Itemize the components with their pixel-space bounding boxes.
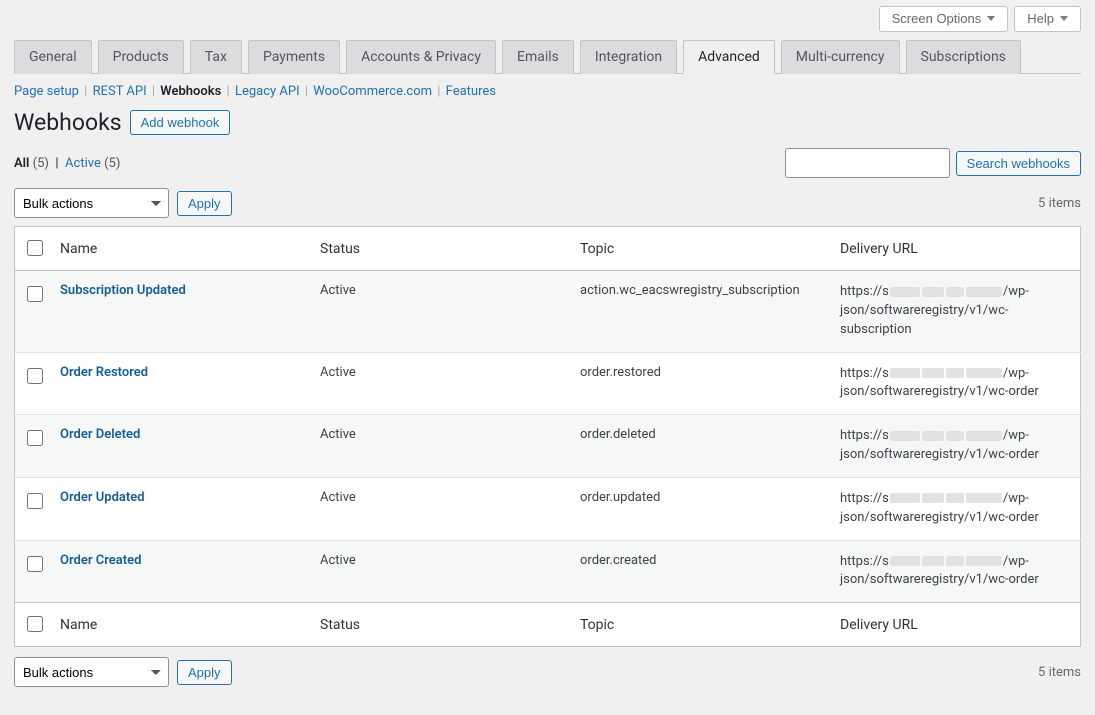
tab-integration[interactable]: Integration [580, 40, 677, 74]
col-topic[interactable]: Topic [570, 227, 830, 271]
redacted-segment [946, 431, 964, 441]
select-all-top[interactable] [27, 240, 43, 256]
webhook-name-link[interactable]: Order Created [60, 553, 141, 568]
status-filters: All (5) | Active (5) [14, 156, 120, 171]
col-status[interactable]: Status [310, 227, 570, 271]
webhook-name-link[interactable]: Order Restored [60, 365, 148, 380]
redacted-segment [922, 287, 944, 297]
row-checkbox[interactable] [27, 556, 43, 572]
col-url[interactable]: Delivery URL [830, 227, 1081, 271]
items-count-bottom: 5 items [1038, 665, 1081, 680]
add-webhook-button[interactable]: Add webhook [130, 110, 231, 135]
table-row: Subscription Updated Activeaction.wc_eacs… [15, 271, 1081, 353]
advanced-subnav: Page setup | REST API | Webhooks | Legac… [14, 74, 1081, 105]
row-checkbox[interactable] [27, 430, 43, 446]
webhook-topic: order.updated [570, 477, 830, 540]
webhook-name-link[interactable]: Subscription Updated [60, 283, 186, 298]
table-row: Order Restored Activeorder.restoredhttps:… [15, 352, 1081, 415]
webhook-url: https://s/wp-json/softwareregistry/v1/wc… [830, 477, 1081, 540]
tab-advanced[interactable]: Advanced [683, 40, 775, 74]
redacted-segment [890, 368, 920, 378]
apply-button-top[interactable]: Apply [177, 191, 232, 216]
subnav-legacy-api[interactable]: Legacy API [235, 84, 300, 99]
redacted-segment [946, 493, 964, 503]
tab-products[interactable]: Products [98, 40, 184, 74]
webhook-topic: order.restored [570, 352, 830, 415]
redacted-segment [946, 556, 964, 566]
search-input[interactable] [785, 148, 950, 178]
tab-multi-currency[interactable]: Multi-currency [781, 40, 900, 74]
table-row: Order Deleted Activeorder.deletedhttps://… [15, 415, 1081, 478]
redacted-segment [922, 368, 944, 378]
redacted-segment [966, 493, 1002, 503]
bulk-actions-select-top[interactable]: Bulk actions [14, 188, 169, 218]
search-webhooks-button[interactable]: Search webhooks [956, 151, 1081, 176]
webhook-topic: order.created [570, 540, 830, 603]
filter-all[interactable]: All [14, 156, 29, 171]
tab-subscriptions[interactable]: Subscriptions [906, 40, 1021, 74]
tab-general[interactable]: General [14, 40, 92, 74]
select-all-bottom[interactable] [27, 616, 43, 632]
redacted-segment [966, 556, 1002, 566]
webhook-name-link[interactable]: Order Deleted [60, 427, 140, 442]
webhook-status: Active [310, 415, 570, 478]
apply-button-bottom[interactable]: Apply [177, 660, 232, 685]
caret-down-icon [1060, 16, 1068, 21]
redacted-segment [922, 493, 944, 503]
webhook-url: https://s/wp-json/softwareregistry/v1/wc… [830, 352, 1081, 415]
webhook-topic: order.deleted [570, 415, 830, 478]
redacted-segment [922, 431, 944, 441]
subnav-page-setup[interactable]: Page setup [14, 84, 79, 99]
redacted-segment [890, 493, 920, 503]
subnav-webhooks[interactable]: Webhooks [160, 84, 221, 99]
page-title: Webhooks [14, 109, 122, 136]
screen-options-label: Screen Options [892, 11, 982, 26]
webhook-name-link[interactable]: Order Updated [60, 490, 145, 505]
row-checkbox[interactable] [27, 368, 43, 384]
webhooks-table: Name Status Topic Delivery URL Subscript… [14, 226, 1081, 647]
webhook-status: Active [310, 352, 570, 415]
subnav-features[interactable]: Features [446, 84, 496, 99]
table-row: Order Created Activeorder.createdhttps://… [15, 540, 1081, 603]
row-checkbox[interactable] [27, 286, 43, 302]
row-checkbox[interactable] [27, 493, 43, 509]
redacted-segment [922, 556, 944, 566]
filter-active[interactable]: Active [65, 156, 101, 171]
bulk-actions-select-bottom[interactable]: Bulk actions [14, 657, 169, 687]
webhook-status: Active [310, 271, 570, 353]
redacted-segment [966, 287, 1002, 297]
redacted-segment [890, 287, 920, 297]
webhook-url: https://s/wp-json/softwareregistry/v1/wc… [830, 415, 1081, 478]
tab-payments[interactable]: Payments [248, 40, 340, 74]
webhook-url: https://s/wp-json/softwareregistry/v1/wc… [830, 271, 1081, 353]
col-name[interactable]: Name [50, 227, 310, 271]
redacted-segment [966, 368, 1002, 378]
webhook-topic: action.wc_eacswregistry_subscription [570, 271, 830, 353]
subnav-woocommerce-com[interactable]: WooCommerce.com [313, 84, 432, 99]
webhook-status: Active [310, 477, 570, 540]
help-button[interactable]: Help [1014, 6, 1081, 32]
filter-active-count: (5) [104, 156, 120, 171]
redacted-segment [946, 368, 964, 378]
webhook-url: https://s/wp-json/softwareregistry/v1/wc… [830, 540, 1081, 603]
webhook-status: Active [310, 540, 570, 603]
caret-down-icon [987, 16, 995, 21]
filter-all-count: (5) [33, 156, 49, 171]
settings-tabs: GeneralProductsTaxPaymentsAccounts & Pri… [14, 40, 1081, 74]
items-count-top: 5 items [1038, 196, 1081, 211]
table-row: Order Updated Activeorder.updatedhttps://… [15, 477, 1081, 540]
redacted-segment [890, 431, 920, 441]
screen-options-button[interactable]: Screen Options [879, 6, 1009, 32]
tab-tax[interactable]: Tax [190, 40, 242, 74]
tab-emails[interactable]: Emails [502, 40, 574, 74]
tab-accounts-privacy[interactable]: Accounts & Privacy [346, 40, 496, 74]
redacted-segment [966, 431, 1002, 441]
redacted-segment [890, 556, 920, 566]
help-label: Help [1027, 11, 1054, 26]
redacted-segment [946, 287, 964, 297]
subnav-rest-api[interactable]: REST API [93, 84, 147, 99]
